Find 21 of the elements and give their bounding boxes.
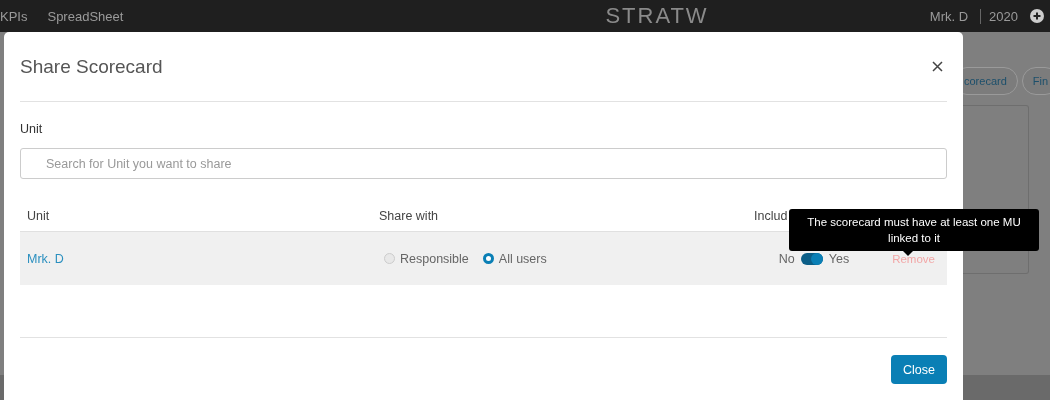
radio-button[interactable] (482, 253, 494, 264)
nav-link[interactable]: SpreadSheet (47, 8, 124, 24)
column-header: Includ (754, 209, 788, 223)
column-header: Unit (27, 209, 50, 223)
dialog-title: Share Scorecard (20, 55, 163, 78)
field-label: Unit (20, 122, 44, 136)
add-icon[interactable] (1030, 9, 1044, 23)
radio-button[interactable] (384, 253, 395, 264)
close-button[interactable]: Close (891, 355, 947, 384)
unit-link[interactable]: Mrk. D (27, 251, 64, 266)
radio-label: All users (498, 251, 547, 266)
tooltip-arrow (903, 251, 913, 256)
radio-label: Responsible (400, 251, 469, 266)
column-header: Share with (379, 209, 439, 223)
logo: STRATW (605, 3, 709, 29)
close-icon[interactable] (932, 61, 943, 72)
user-name[interactable]: Mrk. D (929, 8, 969, 24)
nav-link[interactable]: KPIs (0, 8, 28, 24)
year-selector[interactable]: 2020 (980, 8, 1018, 24)
toggle-switch[interactable] (800, 252, 823, 265)
search-field[interactable]: Search for Unit you want to share (20, 148, 947, 179)
